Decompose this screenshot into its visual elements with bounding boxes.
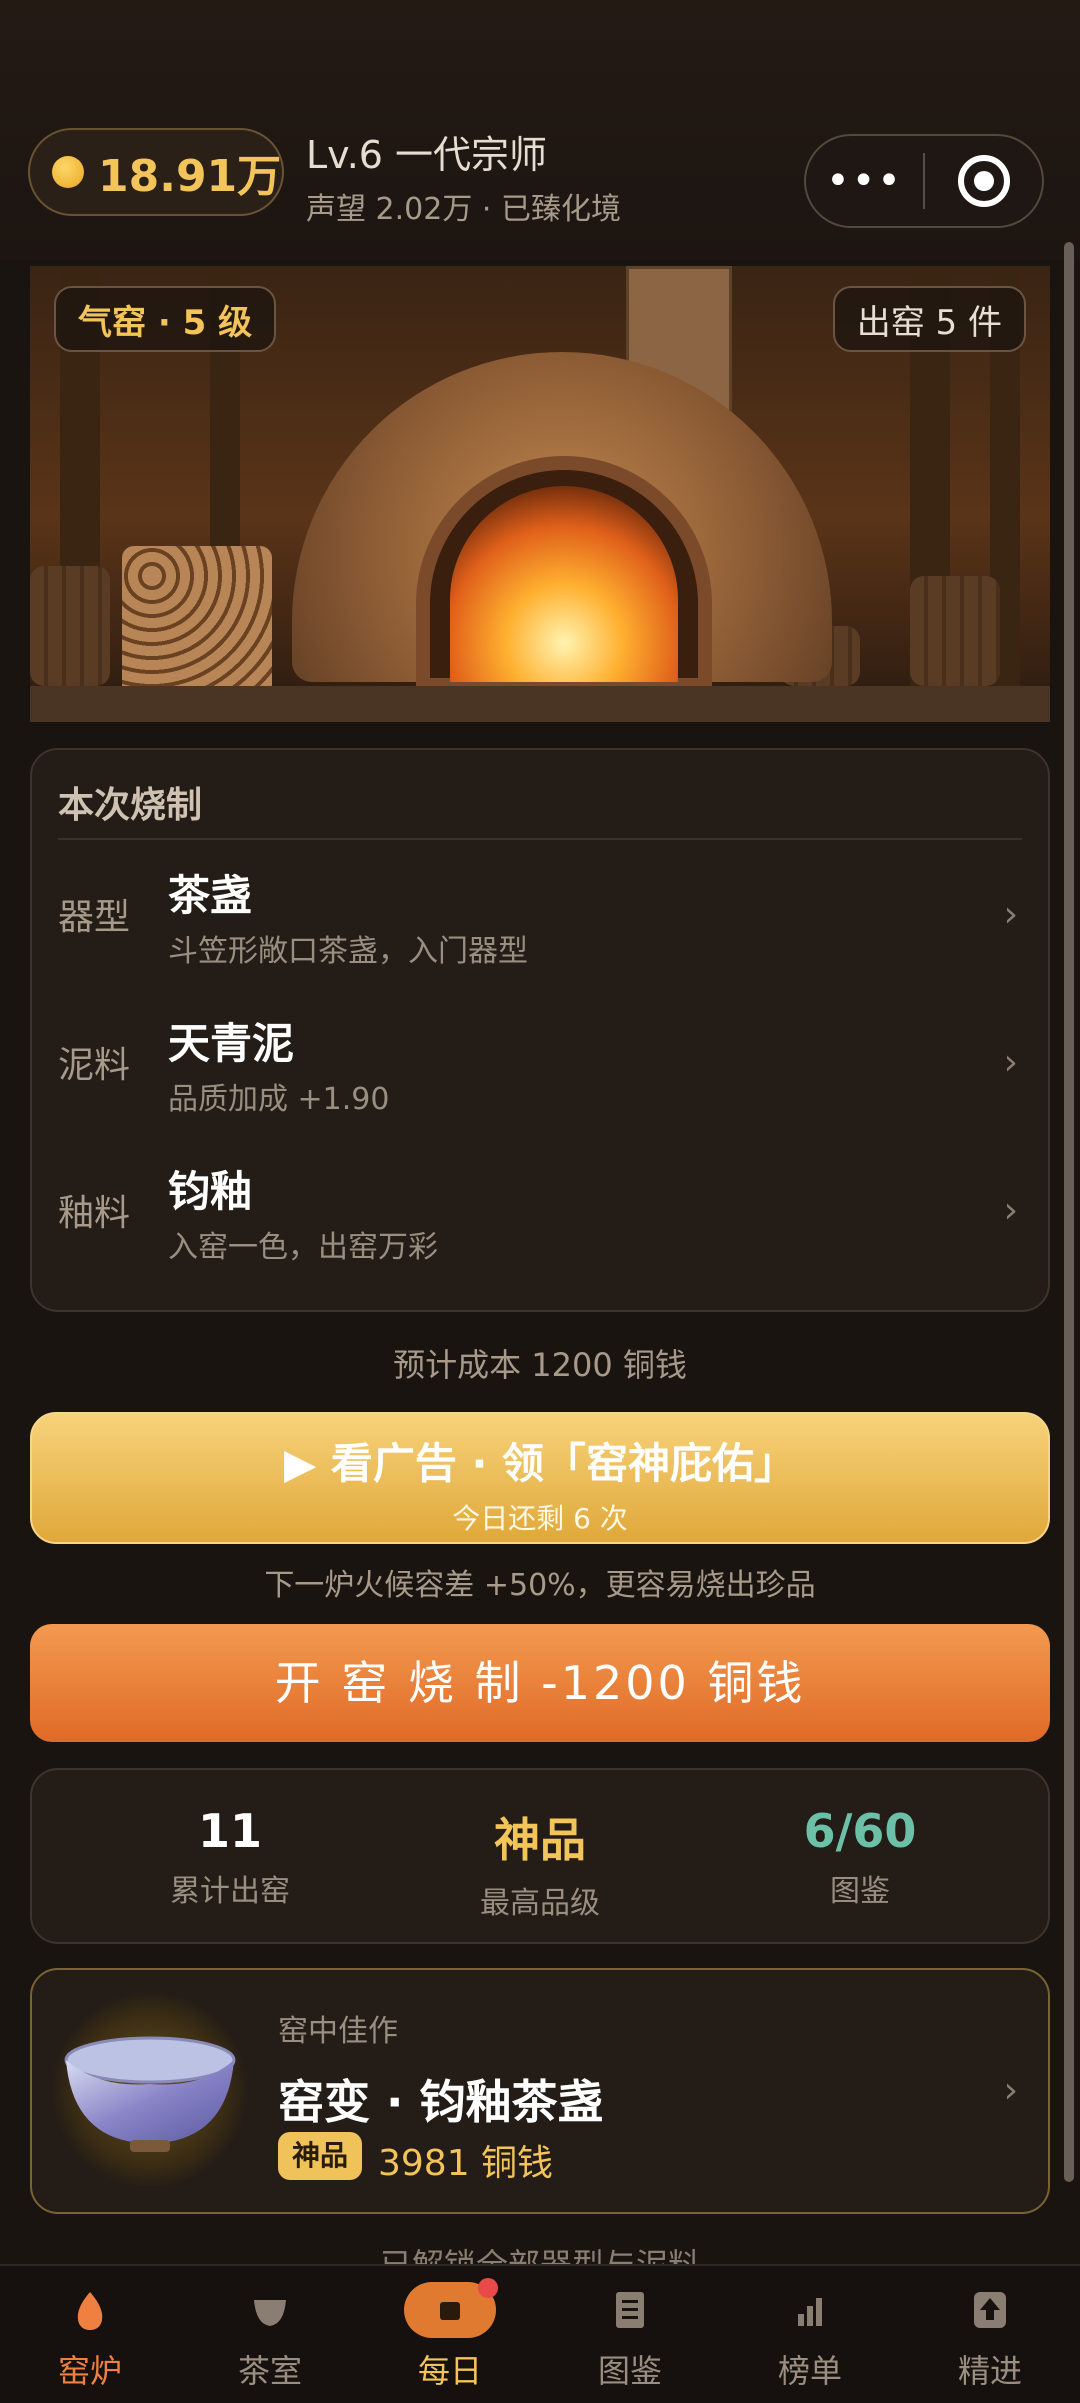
stat-label: 图鉴 (830, 1874, 890, 1909)
tab-kiln[interactable]: 窑炉 (0, 2266, 180, 2403)
ranking-bars-icon (798, 2298, 822, 2326)
glaze-row[interactable]: 釉料 钧釉 入窑一色，出窑万彩 › (32, 1146, 1048, 1286)
vessel-type-row[interactable]: 器型 茶盏 斗笠形敞口茶盏，入门器型 › (32, 850, 1048, 990)
player-level: Lv.6 一代宗师 (306, 133, 548, 177)
player-reputation: 声望 2.02万 · 已臻化境 (306, 192, 621, 227)
section-title: 本次烧制 (58, 785, 203, 826)
tab-label: 每日 (417, 2352, 482, 2390)
stat-value: 神品 (494, 1813, 586, 1867)
tab-tearoom[interactable]: 茶室 (180, 2266, 360, 2403)
kiln-flame-icon (77, 2292, 103, 2330)
masterpiece-name: 窑变 · 钧釉茶盏 (278, 2075, 604, 2129)
scrollbar[interactable] (1064, 242, 1074, 2182)
tab-label: 精进 (957, 2352, 1022, 2390)
chevron-right-icon: › (1003, 1042, 1018, 1083)
row-value: 茶盏 (168, 871, 253, 920)
bowl-image (52, 1992, 248, 2188)
tab-upgrade[interactable]: 精进 (900, 2266, 1080, 2403)
masterpiece-caption: 窑中佳作 (278, 2014, 398, 2049)
kiln-hero-image: 气窑 · 5 级 出窑 5 件 (30, 266, 1050, 722)
ad-remaining-count: 今日还剩 6 次 (452, 1502, 628, 1535)
tab-label: 茶室 (237, 2352, 302, 2390)
tab-ranking[interactable]: 榜单 (720, 2266, 900, 2403)
stat-value: 11 (197, 1804, 262, 1858)
section-divider (58, 838, 1022, 840)
row-label: 釉料 (58, 1193, 131, 1234)
estimated-cost: 预计成本 1200 铜钱 (393, 1346, 687, 1384)
watch-ad-button[interactable]: ▶ 看广告 · 领「窑神庇佑」 今日还剩 6 次 (30, 1412, 1050, 1544)
stat-value: 6/60 (803, 1804, 917, 1858)
stats-card: 11 累计出窑 神品 最高品级 6/60 图鉴 (30, 1768, 1050, 1944)
upgrade-arrow-icon (974, 2292, 1006, 2328)
close-button[interactable] (925, 155, 1042, 207)
tab-label: 窑炉 (57, 2352, 122, 2390)
tab-catalog[interactable]: 图鉴 (540, 2266, 720, 2403)
coin-balance[interactable]: 18.91万 (28, 128, 284, 216)
tab-label: 图鉴 (597, 2352, 662, 2390)
stat-total-fired: 11 累计出窑 (60, 1804, 400, 1910)
row-description: 斗笠形敞口茶盏，入门器型 (168, 934, 528, 969)
chevron-right-icon: › (1003, 894, 1018, 935)
chevron-right-icon: › (1003, 2070, 1018, 2111)
output-count-badge: 出窑 5 件 (832, 286, 1026, 352)
coin-amount: 18.91万 (98, 151, 282, 202)
row-description: 品质加成 +1.90 (168, 1082, 390, 1117)
row-value: 天青泥 (168, 1019, 295, 1068)
bottom-tab-bar: 窑炉 茶室 每日 图鉴 榜单 精进 (0, 2264, 1080, 2403)
stat-collection[interactable]: 6/60 图鉴 (690, 1804, 1030, 1910)
unlock-hint: 已解锁全部器型与泥料 (0, 2240, 1080, 2264)
row-description: 入窑一色，出窑万彩 (168, 1230, 438, 1265)
firewood-pile (122, 546, 272, 696)
stat-best-grade: 神品 最高品级 (370, 1804, 710, 1922)
masterpiece-card[interactable]: 窑中佳作 窑变 · 钧釉茶盏 神品 3981 铜钱 › (30, 1968, 1050, 2214)
ad-benefit-hint: 下一炉火候容差 +50%，更容易烧出珍品 (264, 1568, 816, 1603)
firing-config-card: 本次烧制 器型 茶盏 斗笠形敞口茶盏，入门器型 › 泥料 天青泥 品质加成 +1… (30, 748, 1050, 1312)
grade-badge: 神品 (278, 2132, 363, 2180)
catalog-book-icon (616, 2292, 644, 2328)
clay-row[interactable]: 泥料 天青泥 品质加成 +1.90 › (32, 998, 1048, 1138)
masterpiece-price: 3981 铜钱 (378, 2143, 554, 2184)
chevron-right-icon: › (1003, 1190, 1018, 1231)
coin-icon (52, 156, 84, 188)
more-dots-icon[interactable]: ••• (806, 161, 923, 201)
tab-label: 榜单 (777, 2352, 842, 2390)
start-firing-button[interactable]: 开 窑 烧 制 -1200 铜钱 (30, 1624, 1050, 1742)
tab-daily[interactable]: 每日 (360, 2266, 540, 2403)
row-value: 钧釉 (168, 1167, 253, 1216)
notification-dot (478, 2278, 498, 2298)
row-label: 泥料 (58, 1045, 131, 1086)
mini-program-capsule: ••• (804, 134, 1044, 228)
tea-bowl-icon (64, 2036, 236, 2152)
row-label: 器型 (58, 897, 131, 938)
ad-button-label: ▶ 看广告 · 领「窑神庇佑」 (283, 1439, 797, 1488)
daily-gift-icon (440, 2302, 460, 2320)
record-icon (957, 155, 1010, 207)
stat-label: 最高品级 (480, 1886, 600, 1921)
stat-label: 累计出窑 (170, 1874, 290, 1909)
tea-cup-icon (254, 2300, 286, 2326)
kiln-level-badge: 气窑 · 5 级 (54, 286, 277, 352)
